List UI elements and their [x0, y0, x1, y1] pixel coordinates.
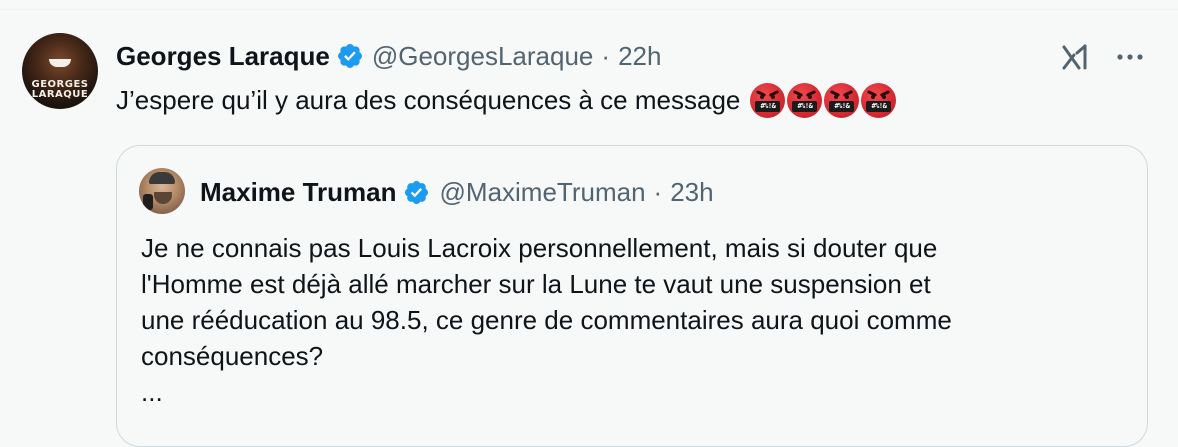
emoji-symbols: #%!&: [755, 100, 781, 112]
verified-badge-icon[interactable]: [403, 179, 430, 206]
quoted-text-line: Je ne connais pas Louis Lacroix personne…: [141, 233, 938, 263]
separator-dot: ·: [601, 40, 611, 71]
quoted-post-text: Je ne connais pas Louis Lacroix personne…: [141, 230, 1131, 374]
quoted-text-line: l'Homme est déjà allé marcher sur la Lun…: [141, 269, 931, 299]
face-with-symbols-on-mouth-icon: #%!&: [750, 82, 786, 118]
quoted-text-line: une rééducation au 98.5, ce genre de com…: [141, 305, 952, 335]
separator-dot: ·: [653, 176, 663, 207]
tweet[interactable]: GEORGES LARAQUE Georges Laraque @Georges…: [0, 0, 1178, 447]
quoted-post[interactable]: Maxime Truman @MaximeTruman · 23h Je ne …: [116, 145, 1148, 447]
quoted-author-display-name[interactable]: Maxime Truman: [200, 177, 397, 208]
grok-icon[interactable]: [1058, 40, 1092, 74]
microphone-icon: [143, 194, 153, 210]
emoji-symbols: #%!&: [829, 100, 855, 112]
truncation-ellipsis: ...: [141, 377, 163, 407]
emoji-symbols: #%!&: [866, 100, 892, 112]
quoted-text-line: conséquences?: [141, 341, 324, 371]
quoted-post-timestamp[interactable]: 23h: [670, 177, 713, 208]
emoji-group: #%!& #%!& #%!& #%!&: [750, 82, 897, 118]
quoted-author-avatar[interactable]: [139, 168, 185, 214]
face-with-symbols-on-mouth-icon: #%!&: [861, 82, 897, 118]
post-text-content: J’espere qu’il y aura des conséquences à…: [116, 85, 741, 115]
author-display-name[interactable]: Georges Laraque: [116, 41, 330, 72]
avatar-smile: [49, 59, 71, 67]
face-with-symbols-on-mouth-icon: #%!&: [824, 82, 860, 118]
face-with-symbols-on-mouth-icon: #%!&: [787, 82, 823, 118]
more-icon[interactable]: [1112, 44, 1148, 70]
avatar-beard: [154, 192, 172, 204]
avatar-text-line2: LARAQUE: [31, 89, 89, 100]
divider: [0, 9, 1178, 10]
post-header: Georges Laraque @GeorgesLaraque · 22h: [116, 38, 661, 74]
author-handle[interactable]: @GeorgesLaraque: [372, 41, 594, 72]
post-timestamp[interactable]: 22h: [618, 41, 661, 72]
author-avatar[interactable]: GEORGES LARAQUE: [22, 33, 98, 109]
quoted-author-handle[interactable]: @MaximeTruman: [440, 177, 646, 208]
verified-badge-icon[interactable]: [336, 42, 364, 70]
avatar-cap: [149, 172, 175, 184]
post-text: J’espere qu’il y aura des conséquences à…: [116, 82, 897, 118]
emoji-symbols: #%!&: [792, 100, 818, 112]
quoted-post-header: Maxime Truman @MaximeTruman · 23h: [200, 174, 714, 210]
